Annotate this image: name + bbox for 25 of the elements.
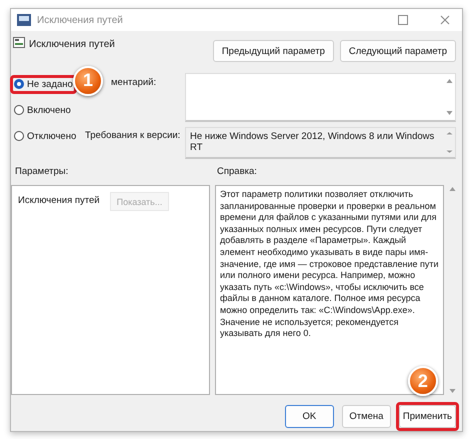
maximize-icon[interactable]	[398, 15, 408, 26]
nav-button[interactable]: Следующий параметр	[340, 40, 456, 62]
policy-icon	[17, 14, 31, 26]
requirements-field: Не ниже Windows Server 2012, Windows 8 или Windows RT	[185, 126, 456, 159]
help-label: Справка:	[217, 166, 258, 178]
radio-option[interactable]: Не задано	[13, 78, 74, 91]
close-icon[interactable]	[440, 15, 450, 26]
comment-field[interactable]	[185, 72, 456, 122]
requirements-label: Требования к версии:	[85, 130, 180, 141]
scrollbar-icon	[446, 130, 453, 154]
step-badge: 1	[73, 66, 103, 96]
window-title: Исключения путей	[37, 14, 124, 26]
radio-option[interactable]: Включено	[13, 104, 72, 117]
setting-label: Исключения путей	[18, 194, 100, 206]
nav-button[interactable]: Предыдущий параметр	[212, 40, 334, 62]
dialog-button[interactable]: OK	[284, 405, 334, 428]
options-label: Параметры:	[15, 166, 70, 178]
scrollbar-icon	[449, 185, 456, 396]
dialog-button[interactable]: Отмена	[342, 405, 391, 428]
comment-label: ментарий:	[111, 76, 156, 88]
dialog-button[interactable]: Применить	[398, 405, 456, 428]
scrollbar-icon	[446, 76, 453, 117]
settings-list-icon	[13, 37, 25, 48]
policy-title: Исключения путей	[29, 38, 116, 50]
radio-option[interactable]: Отключено	[13, 130, 78, 143]
